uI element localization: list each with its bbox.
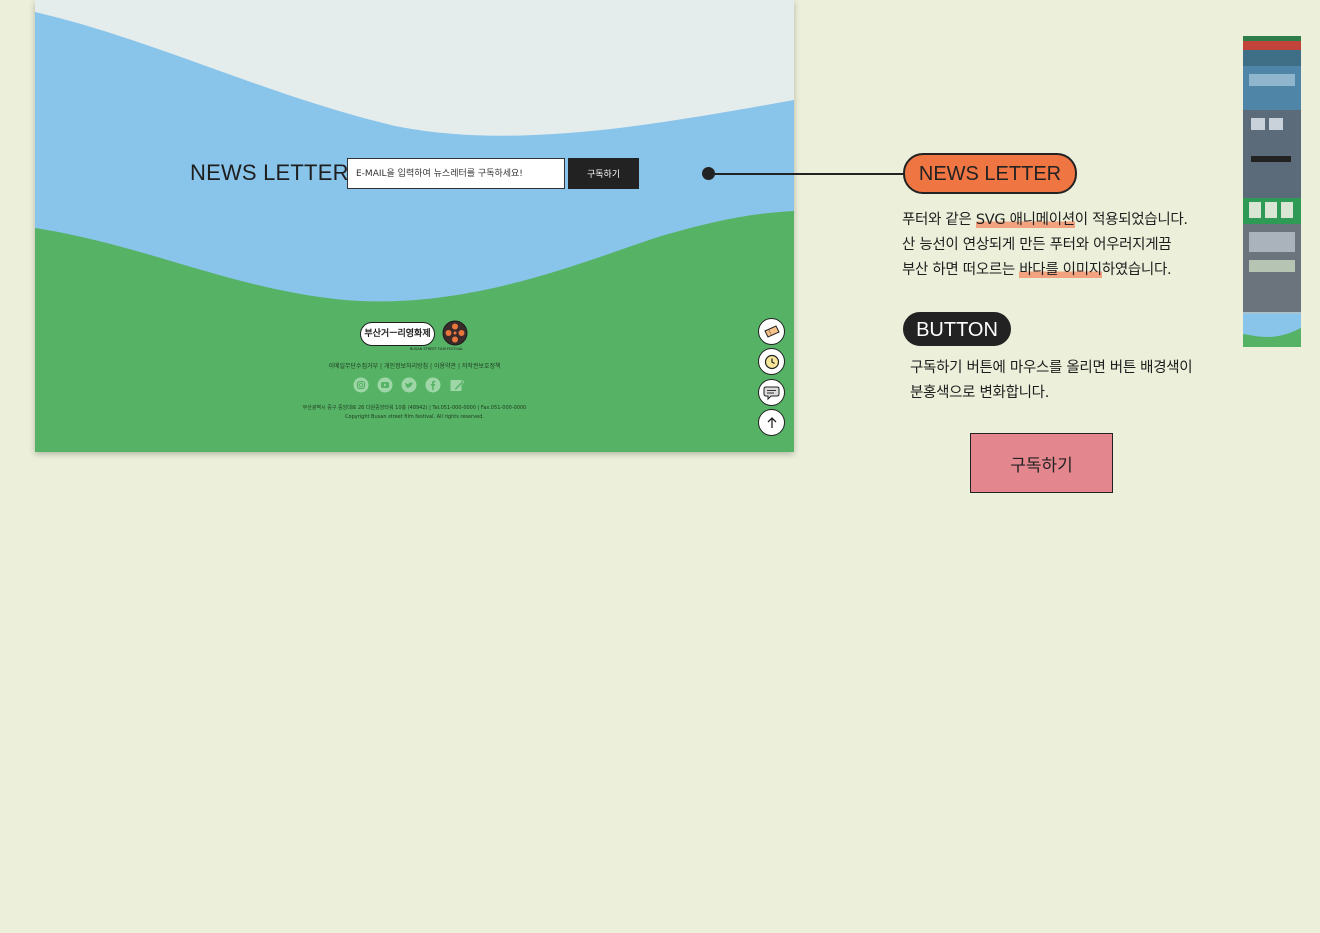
button-desc-line-1: 구독하기 버튼에 마우스를 올리면 버튼 배경색이 (910, 360, 1193, 376)
subscribe-hover-demo-button[interactable]: 구독하기 (970, 433, 1113, 493)
footer-address: 부산광역시 중구 중앙대로 26 다원중앙타워 10층 (48942) | Te… (302, 405, 527, 411)
social-links (353, 377, 465, 394)
facebook-icon[interactable] (425, 377, 441, 393)
logo-text: 부산거ㅡ리영화제 (360, 322, 435, 346)
website-footer-preview: NEWS LETTER 구독하기 부산거ㅡ리영화제 BUSAN STREET F… (35, 0, 794, 452)
festival-logo[interactable]: 부산거ㅡ리영화제 BUSAN STREET FILM FESTIVAL (360, 320, 470, 354)
ticket-icon (763, 324, 780, 338)
arrow-up-icon (767, 416, 776, 428)
desc-line-2: 산 능선이 연상되게 만든 푸터와 어우러지게끔 (902, 237, 1172, 253)
logo-subtext: BUSAN STREET FILM FESTIVAL (410, 347, 464, 351)
quick-schedule-button[interactable] (758, 348, 785, 375)
footer-copyright: Copyright Busan street film festival. Al… (345, 414, 484, 420)
full-page-thumbnail-image (1243, 36, 1301, 347)
instagram-icon[interactable] (353, 377, 369, 393)
newsletter-section: NEWS LETTER 구독하기 (35, 157, 794, 189)
chat-icon (763, 386, 779, 400)
desc-line-3: 부산 하면 떠오르는 바다를 이미지하였습니다. (902, 262, 1172, 278)
clock-icon (764, 354, 779, 369)
blog-icon[interactable] (449, 377, 465, 393)
quick-chat-button[interactable] (758, 379, 785, 406)
connector-line (709, 173, 904, 175)
highlight-svg-animation: SVG 애니메이션 (975, 212, 1075, 228)
scroll-top-button[interactable] (758, 409, 785, 436)
button-description: 구독하기 버튼에 마우스를 올리면 버튼 배경색이 분홍색으로 변화합니다. (910, 356, 1193, 406)
film-reel-icon (442, 320, 468, 346)
subscribe-button[interactable]: 구독하기 (568, 158, 639, 189)
page-overview-thumbnail[interactable] (1243, 36, 1301, 347)
newsletter-tag: NEWS LETTER (903, 153, 1077, 194)
button-tag: BUTTON (903, 312, 1011, 346)
youtube-icon[interactable] (377, 377, 393, 393)
button-desc-line-2: 분홍색으로 변화합니다. (910, 385, 1050, 401)
newsletter-email-input[interactable] (347, 158, 565, 189)
footer-policy-links[interactable]: 이메일무단수집거부 | 개인정보처리방침 | 이용약관 | 저작권보호정책 (35, 361, 794, 370)
desc-line-1: 푸터와 같은 SVG 애니메이션이 적용되었습니다. (902, 212, 1188, 228)
highlight-sea-image: 바다를 이미지 (1019, 262, 1102, 278)
twitter-icon[interactable] (401, 377, 417, 393)
newsletter-description: 푸터와 같은 SVG 애니메이션이 적용되었습니다. 산 능선이 연상되게 만든… (902, 208, 1188, 283)
newsletter-title: NEWS LETTER (190, 160, 349, 185)
quick-ticket-button[interactable] (758, 318, 785, 345)
